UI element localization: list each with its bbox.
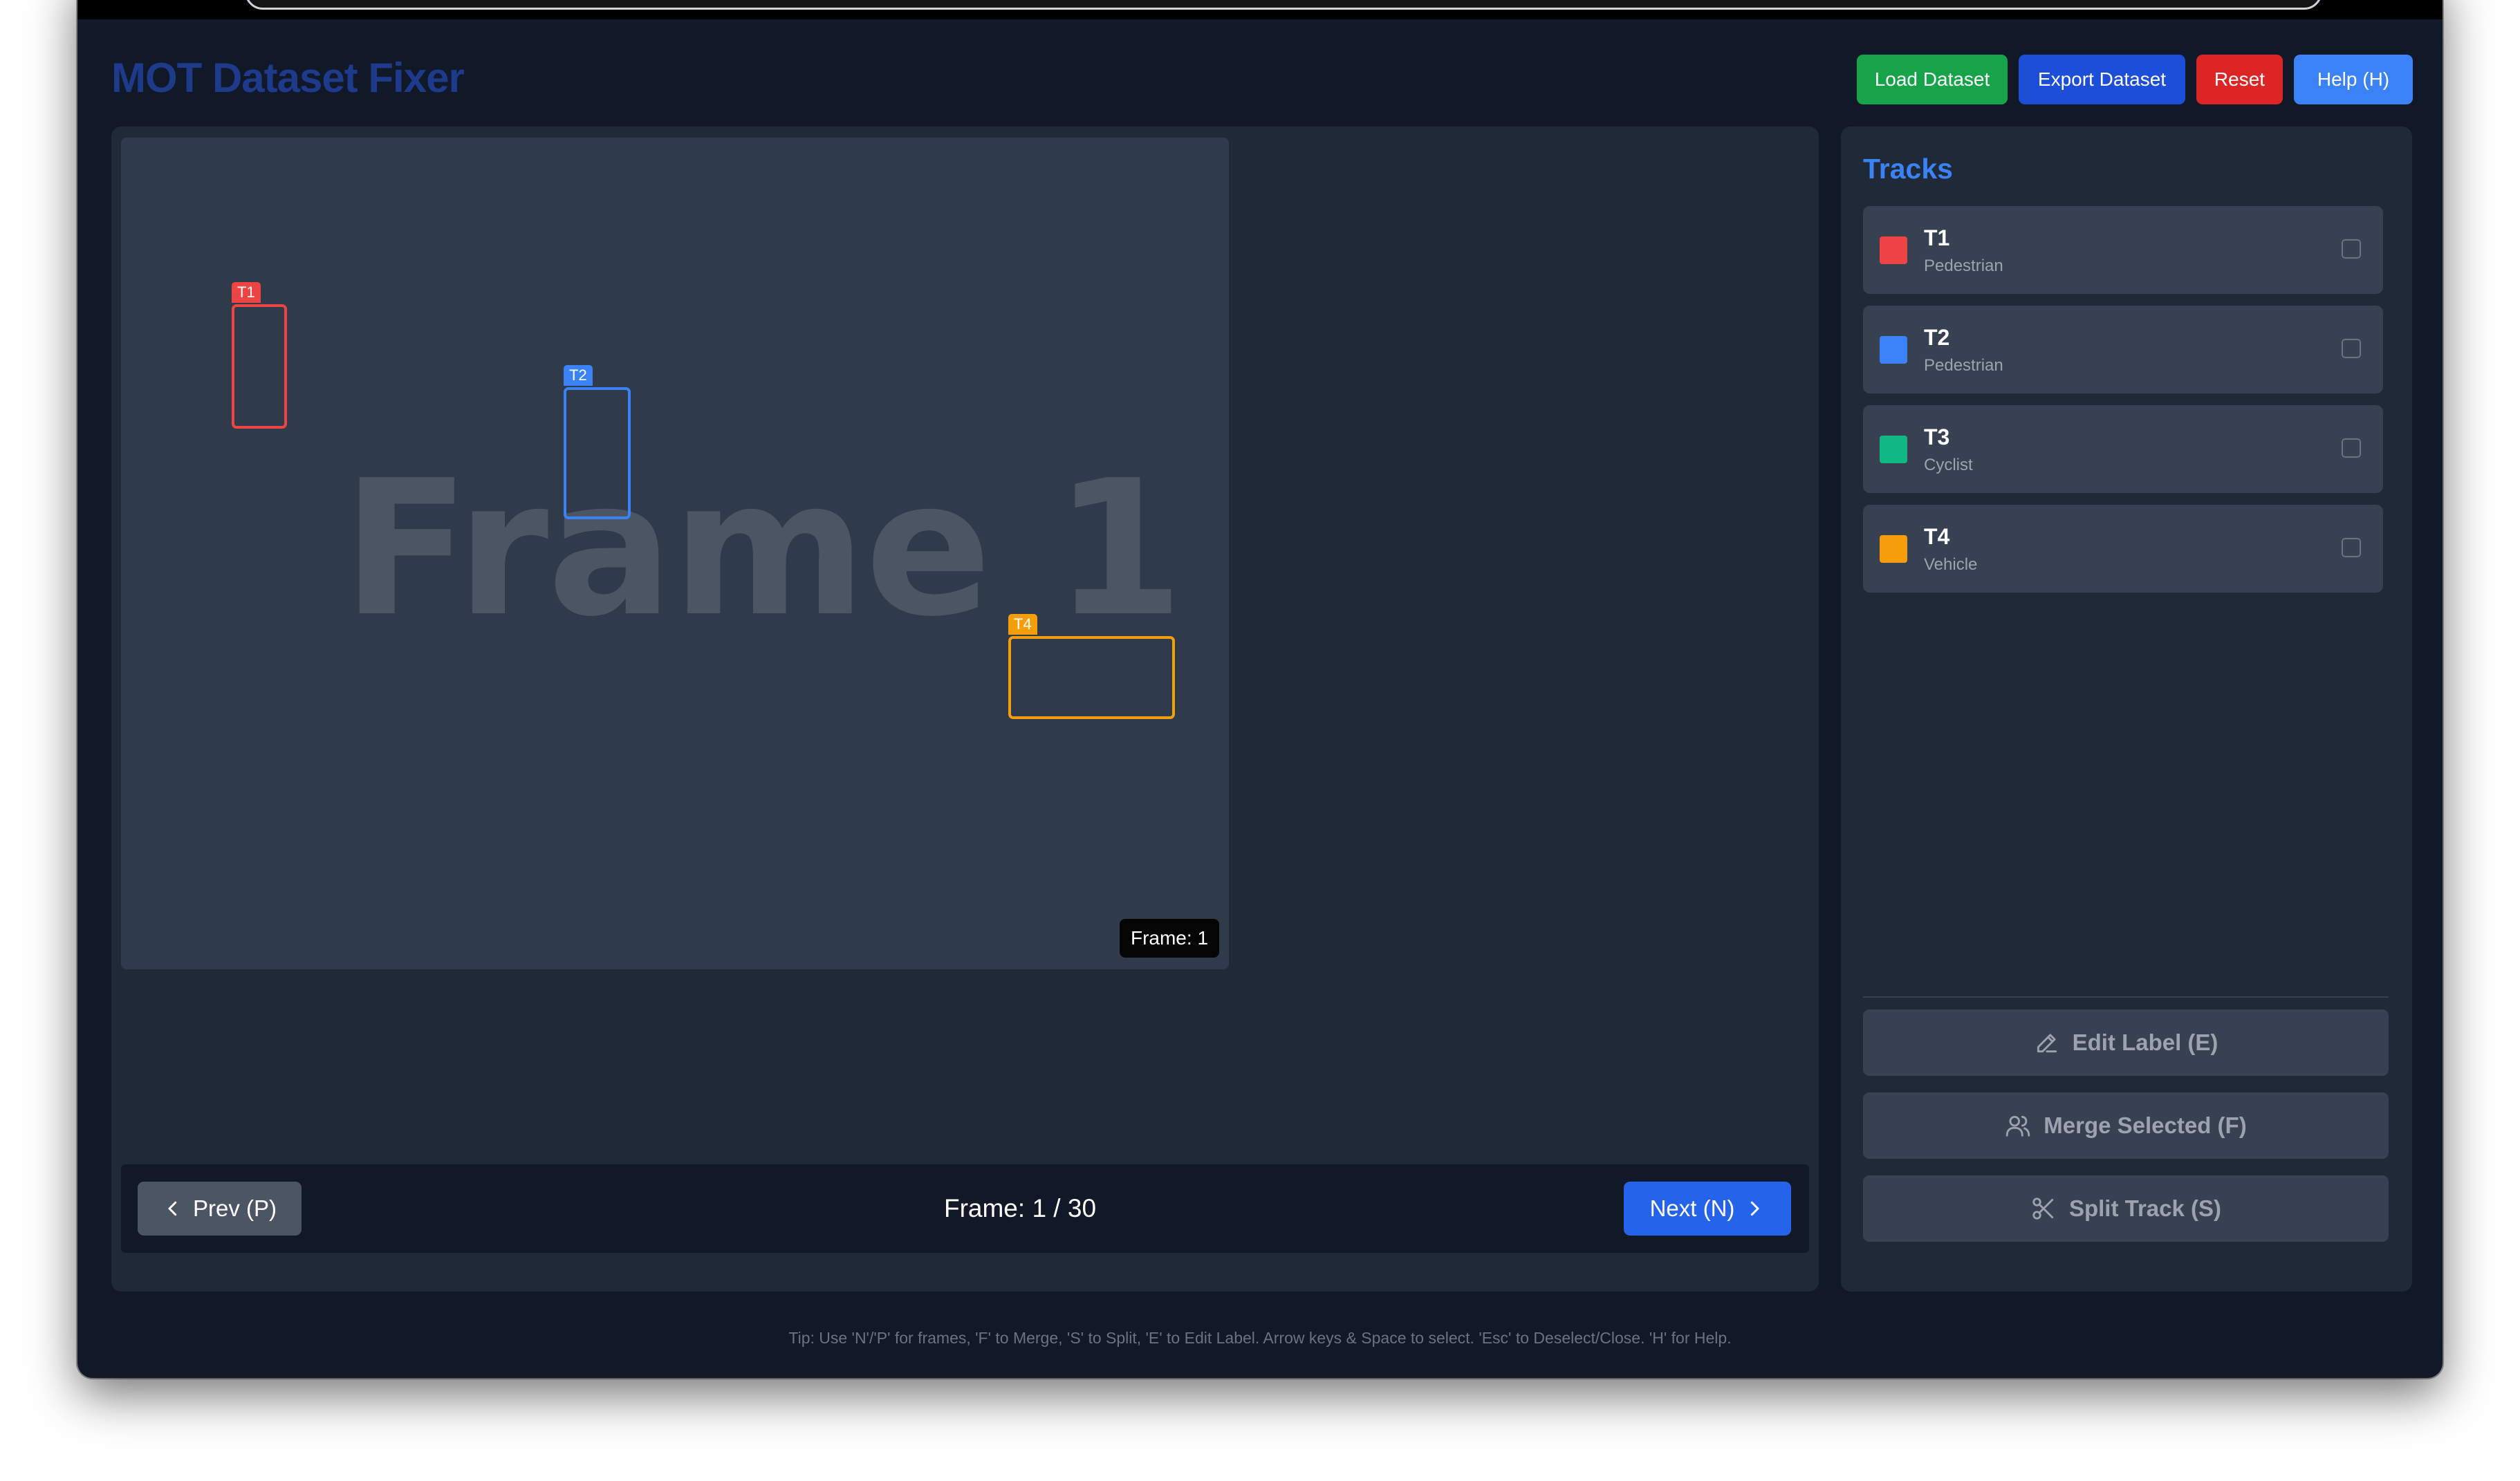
tracks-heading: Tracks xyxy=(1863,153,1953,185)
track-select-checkbox[interactable] xyxy=(2342,438,2361,458)
bbox-tag-t1: T1 xyxy=(232,282,261,303)
pencil-icon xyxy=(2037,1034,2057,1053)
prev-button[interactable]: Prev (P) xyxy=(138,1182,302,1236)
next-button-label: Next (N) xyxy=(1649,1195,1735,1221)
merge-selected-text: Merge Selected (F) xyxy=(2044,1112,2247,1138)
track-class: Pedestrian xyxy=(1924,356,2003,375)
actions-divider xyxy=(1863,996,2389,998)
users-icon xyxy=(2006,1115,2030,1137)
track-select-checkbox[interactable] xyxy=(2342,339,2361,358)
page-title: MOT Dataset Fixer xyxy=(111,55,465,101)
frame-watermark: Frame 1 xyxy=(342,440,1184,658)
track-select-checkbox[interactable] xyxy=(2342,239,2361,259)
keyboard-tip: Tip: Use 'N'/'P' for frames, 'F' to Merg… xyxy=(788,1329,1732,1347)
track-color-swatch xyxy=(1880,236,1907,264)
track-item-t1[interactable]: T1 Pedestrian xyxy=(1863,206,2383,294)
track-select-checkbox[interactable] xyxy=(2342,538,2361,557)
frame-navigation: Prev (P) Frame: 1 / 30 Next (N) xyxy=(121,1164,1809,1253)
bbox-tag-t2: T2 xyxy=(564,365,593,386)
edit-label-text: Edit Label (E) xyxy=(2072,1030,2218,1055)
merge-selected-button[interactable]: Merge Selected (F) xyxy=(1863,1092,2389,1159)
split-track-button[interactable]: Split Track (S) xyxy=(1863,1175,2389,1242)
track-id: T1 xyxy=(1924,225,1950,250)
track-id: T3 xyxy=(1924,425,1950,449)
track-item-t2[interactable]: T2 Pedestrian xyxy=(1863,306,2383,393)
scissors-icon xyxy=(2032,1198,2054,1220)
reset-button[interactable]: Reset xyxy=(2196,55,2283,104)
track-item-t4[interactable]: T4 Vehicle xyxy=(1863,505,2383,593)
track-id: T4 xyxy=(1924,524,1950,549)
address-bar[interactable] xyxy=(245,0,2322,10)
bbox-t4[interactable] xyxy=(1008,636,1175,719)
track-color-swatch xyxy=(1880,535,1907,563)
track-id: T2 xyxy=(1924,325,1950,350)
export-dataset-button[interactable]: Export Dataset xyxy=(2019,55,2185,104)
track-class: Pedestrian xyxy=(1924,257,2003,275)
browser-top-bar xyxy=(77,0,2443,19)
load-dataset-button[interactable]: Load Dataset xyxy=(1857,55,2008,104)
track-color-swatch xyxy=(1880,336,1907,364)
bbox-tag-t4: T4 xyxy=(1008,614,1037,635)
help-button[interactable]: Help (H) xyxy=(2294,55,2413,104)
chevron-right-icon xyxy=(1751,1201,1759,1216)
next-button[interactable]: Next (N) xyxy=(1624,1182,1791,1236)
track-class: Cyclist xyxy=(1924,456,1973,474)
track-color-swatch xyxy=(1880,436,1907,463)
bbox-t1[interactable] xyxy=(232,304,287,429)
frame-indicator: Frame: 1 xyxy=(1120,919,1219,958)
viewer-panel: Frame 1 T1 T2 T4 Frame: 1 Prev (P) Frame… xyxy=(111,127,1819,1292)
tracks-panel: Tracks T1 Pedestrian T2 Pedestrian T3 Cy… xyxy=(1841,127,2412,1292)
app-window: MOT Dataset Fixer Load Dataset Export Da… xyxy=(77,0,2443,1378)
frame-canvas[interactable]: Frame 1 T1 T2 T4 Frame: 1 xyxy=(121,138,1229,969)
chevron-left-icon xyxy=(168,1201,177,1216)
frame-counter: Frame: 1 / 30 xyxy=(943,1194,1097,1222)
edit-label-button[interactable]: Edit Label (E) xyxy=(1863,1009,2389,1076)
prev-button-label: Prev (P) xyxy=(192,1195,277,1221)
split-track-text: Split Track (S) xyxy=(2068,1195,2222,1221)
bbox-t2[interactable] xyxy=(564,387,631,519)
track-item-t3[interactable]: T3 Cyclist xyxy=(1863,405,2383,493)
track-class: Vehicle xyxy=(1924,555,1978,574)
